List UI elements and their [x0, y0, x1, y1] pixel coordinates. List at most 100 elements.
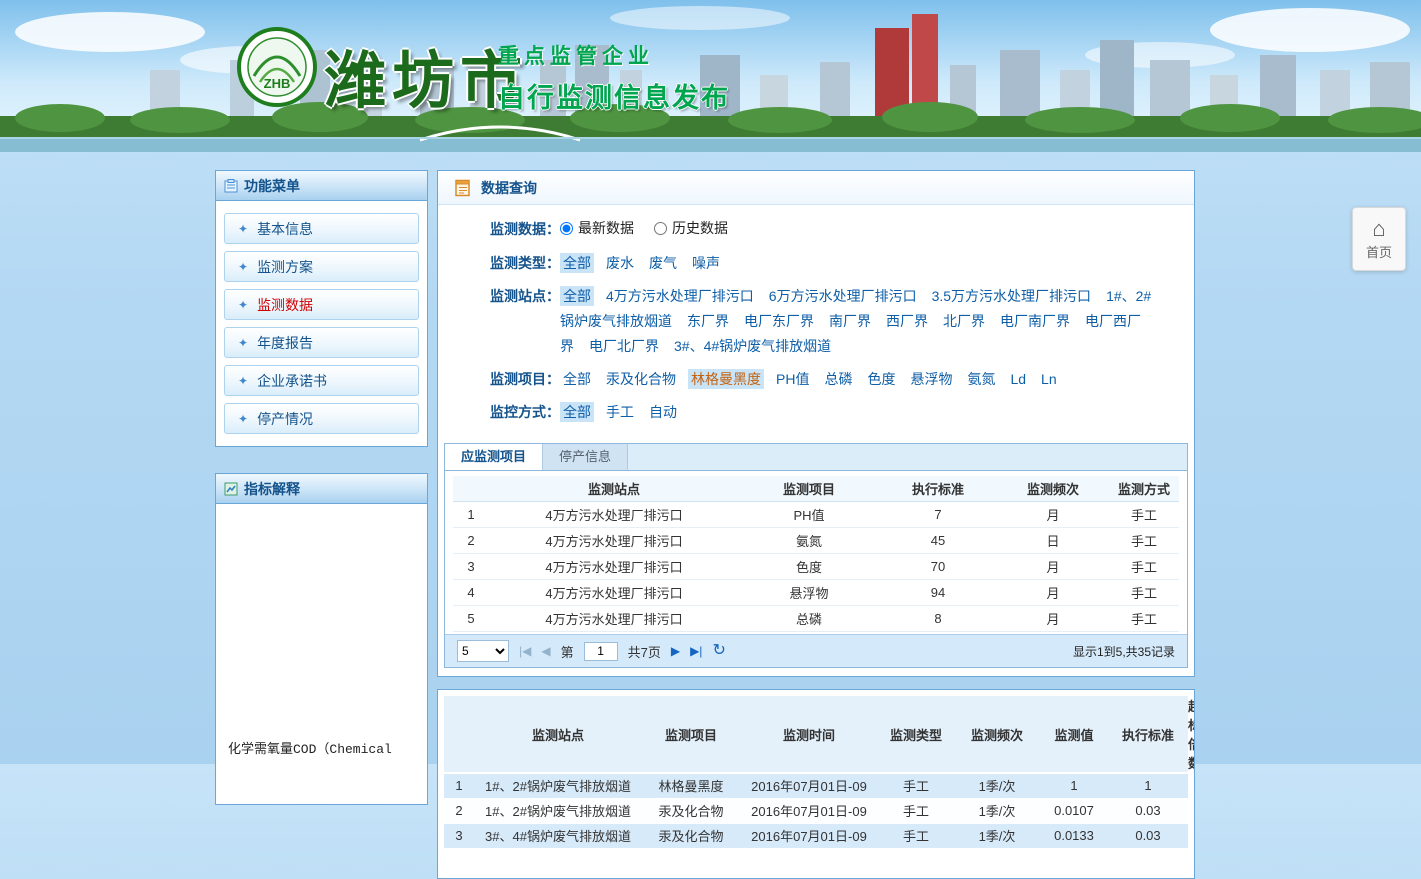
row-number: 2: [444, 798, 474, 823]
filter-option[interactable]: 汞及化合物: [603, 369, 679, 389]
filter-options: 全部废水废气噪声: [560, 251, 1160, 276]
radio-option[interactable]: 历史数据: [654, 217, 728, 239]
page-number-input[interactable]: [584, 642, 618, 661]
sidebar-item-5[interactable]: ✦企业承诺书: [224, 365, 419, 396]
radio-input[interactable]: [654, 222, 667, 235]
table-cell: 色度: [739, 554, 879, 580]
site-subtitle-1: 重点监管企业: [498, 40, 730, 70]
indicator-body: 化学需氧量COD（Chemical: [216, 504, 427, 804]
star-bullet-icon: ✦: [238, 375, 248, 387]
table-cell: 1: [1040, 773, 1108, 798]
table-cell: 0.0133: [1040, 823, 1108, 848]
filter-row-monitor-type: 监测类型：全部废水废气噪声: [490, 251, 1194, 276]
filter-row-station: 监测站点：全部 4万方污水处理厂排污口 6万方污水处理厂排污口 3.5万方污水处理厂排…: [490, 284, 1194, 359]
pagination-summary: 显示1到5,共35记录: [1073, 643, 1175, 660]
sidebar-item-1[interactable]: ✦基本信息: [224, 213, 419, 244]
filter-option[interactable]: 全部: [560, 369, 594, 389]
row-number-header: [444, 696, 474, 773]
sidebar-item-label: 监测方案: [257, 257, 313, 277]
star-bullet-icon: ✦: [238, 261, 248, 273]
row-number: 2: [453, 528, 489, 554]
filter-option[interactable]: 林格曼黑度: [688, 369, 764, 389]
column-header: 监测站点: [474, 696, 642, 773]
filter-option[interactable]: 悬浮物: [907, 369, 955, 389]
filter-options: 全部4万方污水处理厂排污口6万方污水处理厂排污口3.5万方污水处理厂排污口1#、…: [560, 284, 1160, 359]
tab-1[interactable]: 应监测项目: [445, 444, 543, 470]
site-subtitle-group: 重点监管企业 自行监测信息发布: [498, 40, 730, 115]
column-header: 监测频次: [997, 476, 1109, 502]
filter-row-data-type: 监测数据：最新数据历史数据: [490, 217, 1194, 243]
filter-option[interactable]: 电厂南厂界: [997, 311, 1073, 331]
table-cell: 1#、2#锅炉废气排放烟道: [474, 773, 642, 798]
sidebar-item-2[interactable]: ✦ 监测方案: [224, 251, 419, 282]
filter-option[interactable]: 南厂界: [826, 311, 874, 331]
home-icon: ⌂: [1372, 218, 1385, 240]
star-bullet-icon: ✦: [238, 299, 248, 311]
table-cell: 0.03: [1108, 798, 1188, 823]
table-cell: 手工: [1109, 606, 1179, 632]
table-cell: 4万方污水处理厂排污口: [489, 528, 739, 554]
tab-2[interactable]: 停产信息: [543, 444, 628, 470]
table-cell: 手工: [1109, 580, 1179, 606]
filter-label: 监测项目：: [490, 367, 560, 392]
filter-option[interactable]: 3#、4#锅炉废气排放烟道: [671, 336, 834, 356]
filter-option[interactable]: Ln: [1038, 369, 1060, 389]
filter-option[interactable]: 全部: [560, 253, 594, 273]
table-cell: PH值: [739, 502, 879, 528]
refresh-icon[interactable]: ↻: [712, 643, 725, 659]
monitoring-data-box: 监测站点监测项目监测时间监测类型监测频次监测值执行标准超标倍数11#、2#锅炉废…: [437, 689, 1195, 879]
filter-option[interactable]: 电厂北厂界: [586, 336, 662, 356]
sidebar-item-label: 监测数据: [257, 295, 313, 315]
filter-option[interactable]: 4万方污水处理厂排污口: [603, 286, 757, 306]
filter-option[interactable]: 噪声: [689, 253, 723, 273]
filter-option[interactable]: 电厂东厂界: [741, 311, 817, 331]
filter-label: 监测站点：: [490, 284, 560, 309]
filter-option[interactable]: 总磷: [821, 369, 855, 389]
page-size-select[interactable]: 5: [457, 640, 509, 662]
filter-options: 全部汞及化合物林格曼黑度 PH值总磷色度悬浮物氨氮 Ld Ln: [560, 367, 1160, 392]
filter-option[interactable]: 6万方污水处理厂排污口: [766, 286, 920, 306]
filter-option[interactable]: 氨氮: [964, 369, 998, 389]
monitoring-items-table: 监测站点监测项目执行标准监测频次监测方式14万方污水处理厂排污口PH值7月手工2…: [453, 476, 1179, 633]
function-menu-list: ✦基本信息✦监测方案✦监测数据✦年度报告✦企业承诺书✦停产情况: [216, 201, 427, 446]
last-page-button[interactable]: ▶|: [690, 645, 702, 657]
table-cell: 手工: [1109, 502, 1179, 528]
filter-option[interactable]: PH值: [773, 369, 812, 389]
table-cell: 手工: [878, 798, 954, 823]
filter-options: 全部手工自动: [560, 400, 1160, 425]
filter-option[interactable]: 废水: [603, 253, 637, 273]
table-cell: 45: [879, 528, 997, 554]
filter-option[interactable]: 西厂界: [883, 311, 931, 331]
filter-option[interactable]: Ld: [1007, 369, 1029, 389]
filter-option[interactable]: 全部: [560, 286, 594, 306]
radio-option[interactable]: 最新数据: [560, 217, 634, 239]
sidebar-item-6[interactable]: ✦停产情况: [224, 403, 419, 434]
table-cell: 8: [879, 606, 997, 632]
sidebar-item-3[interactable]: ✦ 监测数据: [224, 289, 419, 320]
table-cell: 1季/次: [954, 773, 1040, 798]
table-cell: 1#、2#锅炉废气排放烟道: [474, 798, 642, 823]
filter-option[interactable]: 北厂界: [940, 311, 988, 331]
filter-option[interactable]: 手工: [603, 402, 637, 422]
table-cell: 4万方污水处理厂排污口: [489, 554, 739, 580]
prev-page-button[interactable]: ◀: [541, 645, 550, 657]
sidebar-item-4[interactable]: ✦年度报告: [224, 327, 419, 358]
filter-option[interactable]: 色度: [864, 369, 898, 389]
first-page-button[interactable]: |◀: [519, 645, 531, 657]
function-menu-box: 功能菜单 ✦基本信息✦监测方案✦监测数据✦年度报告✦企业承诺书✦停产情况: [215, 170, 428, 447]
column-header: 监测时间: [740, 696, 878, 773]
radio-input[interactable]: [560, 222, 573, 235]
table-cell: 70: [879, 554, 997, 580]
sidebar-item-label: 年度报告: [257, 333, 313, 353]
home-label: 首页: [1366, 242, 1392, 261]
home-button[interactable]: ⌂ 首页: [1352, 207, 1406, 271]
table-cell: 月: [997, 502, 1109, 528]
filter-option[interactable]: 东厂界: [684, 311, 732, 331]
filter-option[interactable]: 自动: [646, 402, 680, 422]
table-cell: 4万方污水处理厂排污口: [489, 606, 739, 632]
filter-option[interactable]: 3.5万方污水处理厂排污口: [929, 286, 1094, 306]
filter-option[interactable]: 全部: [560, 402, 594, 422]
logo-text: ZHB: [264, 76, 291, 91]
next-page-button[interactable]: ▶: [671, 645, 680, 657]
filter-option[interactable]: 废气: [646, 253, 680, 273]
